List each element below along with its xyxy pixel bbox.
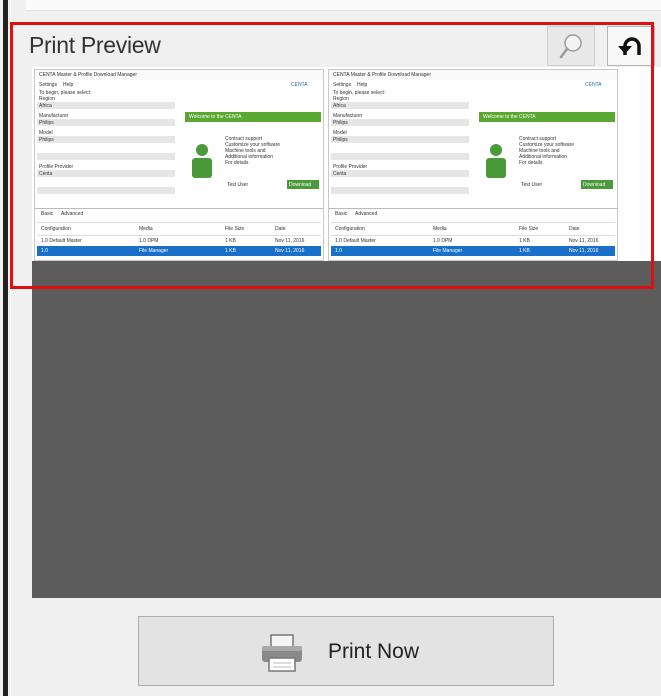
field-value-1: Africa [39, 103, 52, 109]
col-header: File Size [519, 226, 539, 232]
table-cell: 1 KB [225, 248, 236, 254]
col-header: File Size [225, 226, 245, 232]
window-title: CENTA Master & Profile Download Manager [39, 72, 138, 78]
field-label-2: Manufacturer [39, 113, 69, 119]
table-cell: Nov 11, 2016 [275, 238, 305, 244]
tab-basic: Basic [335, 211, 348, 217]
table-cell: 1 KB [519, 238, 530, 244]
download-button: Download [289, 182, 312, 188]
field-label-3: Model [39, 130, 53, 136]
col-header: Media [139, 226, 153, 232]
menu-settings: Settings [333, 82, 352, 88]
top-strip [26, 0, 661, 11]
print-now-button[interactable]: Print Now [138, 616, 554, 686]
field-label-3: Model [333, 130, 347, 136]
col-header: Date [569, 226, 580, 232]
page-separator [617, 70, 618, 261]
col-header: Date [275, 226, 286, 232]
menu-settings: Settings [39, 82, 58, 88]
field-label-2: Manufacturer [333, 113, 363, 119]
table-cell: Nov 11, 2016 [275, 248, 305, 254]
undo-arrow-icon [618, 37, 641, 55]
table-cell: File Manager [139, 248, 169, 254]
page-separator [323, 70, 324, 261]
table-cell: File Manager [433, 248, 463, 254]
table-cell: 1 KB [225, 238, 236, 244]
field-label-4: Profile Provider [333, 164, 368, 170]
field-label-1: Region [39, 96, 55, 102]
preview-sheet-strip: CENTA Master & Profile Download Manager … [32, 67, 661, 261]
page-title: Print Preview [29, 32, 161, 58]
field-value-1: Africa [333, 103, 346, 109]
field-value-3: Philips [333, 137, 348, 143]
preview-page-1[interactable]: CENTA Master & Profile Download Manager … [34, 69, 324, 261]
table-cell: 1.0 [335, 248, 342, 254]
info-line: For details [225, 160, 249, 166]
splitter-bar[interactable] [3, 0, 8, 696]
field-label-1: Region [333, 96, 349, 102]
window-title: CENTA Master & Profile Download Manager [333, 72, 432, 78]
search-button[interactable] [547, 26, 595, 66]
user-label: Test User [227, 182, 249, 188]
page-thumbnail-graphics [329, 70, 617, 256]
page-thumbnail-graphics [35, 70, 323, 256]
menu-help: Help [63, 82, 74, 88]
user-label: Test User [521, 182, 543, 188]
magnifier-icon [559, 34, 582, 59]
field-value-3: Philips [39, 137, 54, 143]
field-value-4: Centa [333, 171, 347, 177]
table-cell: Nov 11, 2016 [569, 248, 599, 254]
table-cell: 1.0 [41, 248, 48, 254]
field-value-4: Centa [39, 171, 53, 177]
welcome-banner: Welcome to the CENTA [189, 114, 242, 120]
print-now-label: Print Now [328, 640, 420, 663]
brand-logo: CENTA [291, 82, 308, 88]
table-cell: Nov 11, 2016 [569, 238, 599, 244]
col-header: Media [433, 226, 447, 232]
download-button: Download [583, 182, 606, 188]
tab-advanced: Advanced [61, 211, 84, 217]
table-cell: 1.0 Default Master [41, 238, 82, 244]
brand-logo: CENTA [585, 82, 602, 88]
col-header: Configuration [335, 226, 365, 232]
table-cell: 1.0 Default Master [335, 238, 376, 244]
table-cell: 1 KB [519, 248, 530, 254]
menu-help: Help [357, 82, 368, 88]
table-cell: 1.0 DPM [139, 238, 159, 244]
col-header: Configuration [41, 226, 71, 232]
printer-icon [262, 634, 302, 672]
field-value-2: Philips [39, 120, 54, 126]
field-label-4: Profile Provider [39, 164, 74, 170]
undo-button[interactable] [607, 26, 655, 66]
welcome-banner: Welcome to the CENTA [483, 114, 536, 120]
preview-page-2[interactable]: CENTA Master & Profile Download Manager … [328, 69, 618, 261]
tab-advanced: Advanced [355, 211, 378, 217]
info-line: For details [519, 160, 543, 166]
tab-basic: Basic [41, 211, 54, 217]
table-cell: 1.0 DPM [433, 238, 453, 244]
preview-viewport[interactable]: CENTA Master & Profile Download Manager … [32, 67, 661, 598]
field-value-2: Philips [333, 120, 348, 126]
